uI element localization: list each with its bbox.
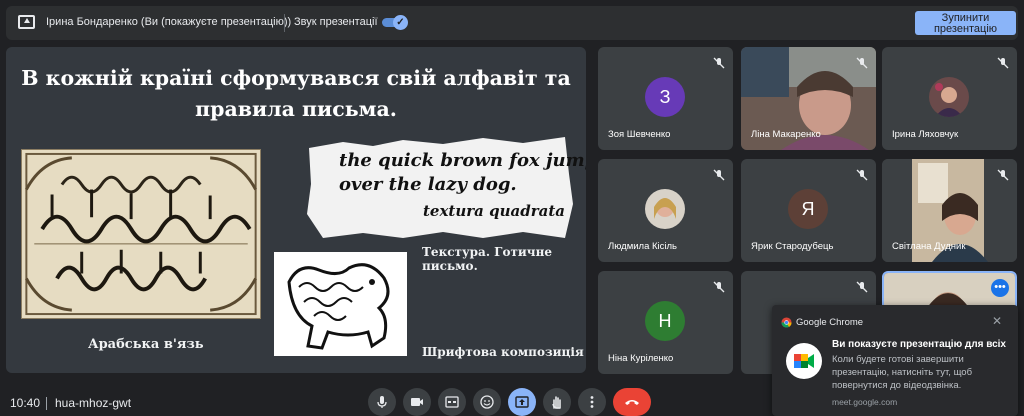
present-screen-icon xyxy=(18,15,35,29)
mic-off-icon xyxy=(713,169,725,181)
more-options-button[interactable] xyxy=(578,388,606,416)
more-vertical-icon xyxy=(590,396,594,408)
mic-off-icon xyxy=(713,281,725,293)
participant-name: Світлана Дудник xyxy=(892,241,966,252)
presentation-audio-label: Звук презентації xyxy=(294,16,378,28)
reactions-button[interactable] xyxy=(473,388,501,416)
bottombar-divider xyxy=(46,397,47,410)
caption-font-composition: Шрифтова композиція xyxy=(422,345,584,359)
participant-tile[interactable]: Світлана Дудник xyxy=(882,159,1017,262)
participant-tile[interactable]: Я Ярик Стародубець xyxy=(741,159,876,262)
participant-name: Людмила Кісіль xyxy=(608,241,677,252)
avatar xyxy=(645,189,685,229)
caption-arabic: Арабська в'язь xyxy=(88,337,204,352)
banner-divider xyxy=(284,14,285,32)
mic-off-icon xyxy=(856,281,868,293)
presentation-audio-toggle[interactable]: ✓ xyxy=(382,15,408,30)
meeting-code: hua-mhoz-gwt xyxy=(55,396,132,410)
camera-button[interactable] xyxy=(403,388,431,416)
presenter-name: Ірина Бондаренко (Ви (покажуєте презента… xyxy=(46,16,292,28)
chrome-icon xyxy=(781,317,792,328)
microphone-icon xyxy=(377,396,387,408)
participant-name: Ніна Куріленко xyxy=(608,353,674,364)
notification-site: meet.google.com xyxy=(832,397,898,407)
participant-tile[interactable]: Н Ніна Куріленко xyxy=(598,271,733,374)
leave-call-button[interactable] xyxy=(613,388,651,416)
avatar: Н xyxy=(645,301,685,341)
arabic-calligraphy-drawing xyxy=(25,152,257,316)
end-call-icon xyxy=(625,400,639,405)
participant-name: Ярик Стародубець xyxy=(751,241,834,252)
mic-off-icon xyxy=(997,57,1009,69)
present-screen-icon xyxy=(515,396,529,408)
clock-time: 10:40 xyxy=(10,396,41,410)
avatar xyxy=(929,77,969,117)
avatar: З xyxy=(645,77,685,117)
check-icon: ✓ xyxy=(393,15,408,30)
mic-off-icon xyxy=(997,169,1009,181)
participant-name: Ліна Макаренко xyxy=(751,129,821,140)
participant-name: Зоя Шевченко xyxy=(608,129,671,140)
emoji-icon xyxy=(480,395,494,409)
chrome-notification[interactable]: Google Chrome ✕ Ви показуєте презентацію… xyxy=(772,305,1018,416)
close-icon[interactable]: ✕ xyxy=(992,314,1002,328)
raise-hand-button[interactable] xyxy=(543,388,571,416)
slide-title: В кожній країні сформувався свій алфавіт… xyxy=(6,63,586,125)
mic-off-icon xyxy=(856,57,868,69)
lion-calligram-drawing xyxy=(287,263,390,350)
hand-icon xyxy=(552,396,561,409)
textura-sample-image: the quick brown fox jumps over the lazy … xyxy=(303,134,586,242)
present-now-button[interactable] xyxy=(508,388,536,416)
captions-icon xyxy=(445,396,459,408)
slide-title-line-1: В кожній країні сформувався свій алфавіт… xyxy=(21,66,571,90)
notification-app-name: Google Chrome xyxy=(796,317,864,328)
google-meet-icon xyxy=(786,343,822,379)
gothic-line-1: the quick brown fox jumps xyxy=(339,150,586,171)
lion-calligram-image xyxy=(274,252,407,356)
mic-off-icon xyxy=(856,169,868,181)
slide-title-line-2: правила письма. xyxy=(195,97,397,121)
more-options-icon[interactable]: ••• xyxy=(991,279,1009,297)
gothic-line-3: textura quadrata xyxy=(423,202,565,220)
participant-tile[interactable]: Ліна Макаренко xyxy=(741,47,876,150)
arabic-calligraphy-image xyxy=(21,149,261,319)
presentation-slide: В кожній країні сформувався свій алфавіт… xyxy=(6,47,586,373)
participant-tile[interactable]: Людмила Кісіль xyxy=(598,159,733,262)
captions-button[interactable] xyxy=(438,388,466,416)
gothic-line-2: over the lazy dog. xyxy=(339,174,517,195)
presenting-banner: Ірина Бондаренко (Ви (покажуєте презента… xyxy=(6,6,1018,40)
avatar: Я xyxy=(788,189,828,229)
notification-body: Коли будете готові завершити презентацію… xyxy=(832,354,973,391)
participant-tile[interactable]: Ірина Ляховчук xyxy=(882,47,1017,150)
microphone-button[interactable] xyxy=(368,388,396,416)
camera-icon xyxy=(411,398,423,406)
participant-tile[interactable]: З Зоя Шевченко xyxy=(598,47,733,150)
participant-name: Ірина Ляховчук xyxy=(892,129,959,140)
stop-presenting-button[interactable]: Зупинити презентацію xyxy=(915,11,1016,35)
mic-off-icon xyxy=(713,57,725,69)
notification-title: Ви показуєте презентацію для всіх xyxy=(832,339,1006,350)
caption-textura: Текстура. Готичне письмо. xyxy=(422,245,553,273)
